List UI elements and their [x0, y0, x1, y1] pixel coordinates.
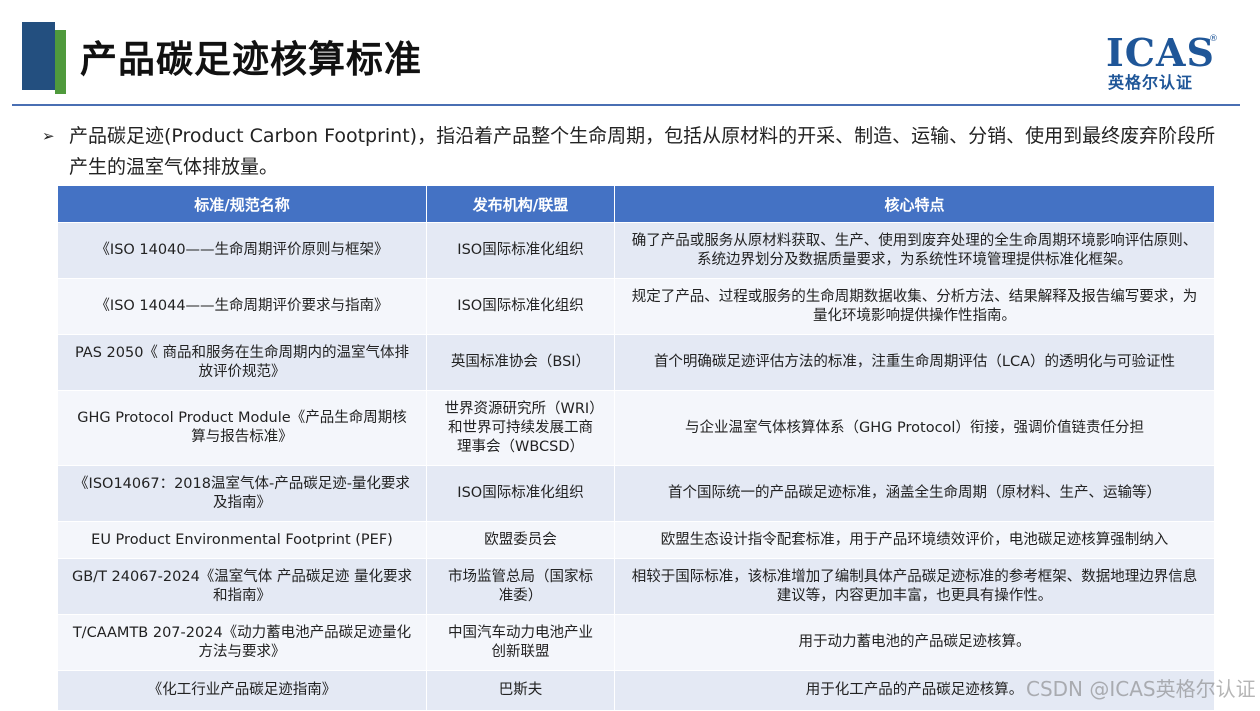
publisher-cell: ISO国际标准化组织 — [426, 222, 615, 279]
publisher-cell: 巴斯夫 — [426, 670, 615, 711]
feature-cell: 与企业温室气体核算体系（GHG Protocol）衔接，强调价值链责任分担 — [614, 390, 1215, 466]
feature-cell: 首个国际统一的产品碳足迹标准，涵盖全生命周期（原材料、生产、运输等） — [614, 465, 1215, 522]
column-header-name: 标准/规范名称 — [57, 185, 427, 223]
standard-name-cell: GB/T 24067-2024《温室气体 产品碳足迹 量化要求和指南》 — [57, 558, 427, 615]
logo-subtitle: 英格尔认证 — [1108, 73, 1194, 92]
table-row: GB/T 24067-2024《温室气体 产品碳足迹 量化要求和指南》 市场监管… — [57, 558, 1215, 615]
feature-cell: 相较于国际标准，该标准增加了编制具体产品碳足迹标准的参考框架、数据地理边界信息建… — [614, 558, 1215, 615]
publisher-cell: 市场监管总局（国家标准委） — [426, 558, 615, 615]
feature-cell: 欧盟生态设计指令配套标准，用于产品环境绩效评价，电池碳足迹核算强制纳入 — [614, 521, 1215, 559]
table-row: GHG Protocol Product Module《产品生命周期核算与报告标… — [57, 390, 1215, 466]
table-row: PAS 2050《 商品和服务在生命周期内的温室气体排放评价规范》 英国标准协会… — [57, 334, 1215, 391]
table-row: 《ISO14067：2018温室气体-产品碳足迹-量化要求及指南》 ISO国际标… — [57, 465, 1215, 522]
arrow-bullet-icon: ➢ — [42, 127, 55, 145]
publisher-cell: 世界资源研究所（WRI）和世界可持续发展工商理事会（WBCSD） — [426, 390, 615, 466]
watermark: CSDN @ICAS英格尔认证 — [1026, 677, 1256, 701]
feature-cell: 首个明确碳足迹评估方法的标准，注重生命周期评估（LCA）的透明化与可验证性 — [614, 334, 1215, 391]
column-header-feature: 核心特点 — [614, 185, 1215, 223]
publisher-cell: 欧盟委员会 — [426, 521, 615, 559]
header-divider — [12, 104, 1240, 106]
standard-name-cell: EU Product Environmental Footprint (PEF) — [57, 521, 427, 559]
publisher-cell: 英国标准协会（BSI） — [426, 334, 615, 391]
icas-logo: ICAS ® 英格尔认证 — [1106, 30, 1218, 96]
table-header-row: 标准/规范名称 发布机构/联盟 核心特点 — [57, 185, 1215, 223]
table-row: 《ISO 14044——生命周期评价要求与指南》 ISO国际标准化组织 规定了产… — [57, 278, 1215, 335]
publisher-cell: 中国汽车动力电池产业创新联盟 — [426, 614, 615, 671]
title-accent-stripe — [55, 30, 66, 94]
logo-wordmark: ICAS — [1106, 30, 1215, 75]
feature-cell: 用于动力蓄电池的产品碳足迹核算。 — [614, 614, 1215, 671]
standard-name-cell: 《ISO14067：2018温室气体-产品碳足迹-量化要求及指南》 — [57, 465, 427, 522]
title-accent-bar — [22, 22, 55, 90]
table-row: EU Product Environmental Footprint (PEF)… — [57, 521, 1215, 559]
feature-cell: 确了产品或服务从原材料获取、生产、使用到废弃处理的全生命周期环境影响评估原则、系… — [614, 222, 1215, 279]
intro-text: 产品碳足迹(Product Carbon Footprint)，指沿着产品整个生… — [69, 125, 1216, 178]
feature-cell: 规定了产品、过程或服务的生命周期数据收集、分析方法、结果解释及报告编写要求，为量… — [614, 278, 1215, 335]
standard-name-cell: 《ISO 14044——生命周期评价要求与指南》 — [57, 278, 427, 335]
column-header-org: 发布机构/联盟 — [426, 185, 615, 223]
publisher-cell: ISO国际标准化组织 — [426, 465, 615, 522]
standard-name-cell: GHG Protocol Product Module《产品生命周期核算与报告标… — [57, 390, 427, 466]
table-row: 《ISO 14040——生命周期评价原则与框架》 ISO国际标准化组织 确了产品… — [57, 222, 1215, 279]
page-title: 产品碳足迹核算标准 — [80, 38, 422, 81]
standards-table: 标准/规范名称 发布机构/联盟 核心特点 《ISO 14040——生命周期评价原… — [57, 185, 1215, 711]
standard-name-cell: PAS 2050《 商品和服务在生命周期内的温室气体排放评价规范》 — [57, 334, 427, 391]
publisher-cell: ISO国际标准化组织 — [426, 278, 615, 335]
standard-name-cell: 《化工行业产品碳足迹指南》 — [57, 670, 427, 711]
standard-name-cell: 《ISO 14040——生命周期评价原则与框架》 — [57, 222, 427, 279]
registered-mark: ® — [1209, 34, 1218, 44]
standard-name-cell: T/CAAMTB 207-2024《动力蓄电池产品碳足迹量化方法与要求》 — [57, 614, 427, 671]
table-row: T/CAAMTB 207-2024《动力蓄电池产品碳足迹量化方法与要求》 中国汽… — [57, 614, 1215, 671]
intro-paragraph: ➢ 产品碳足迹(Product Carbon Footprint)，指沿着产品整… — [42, 121, 1232, 183]
